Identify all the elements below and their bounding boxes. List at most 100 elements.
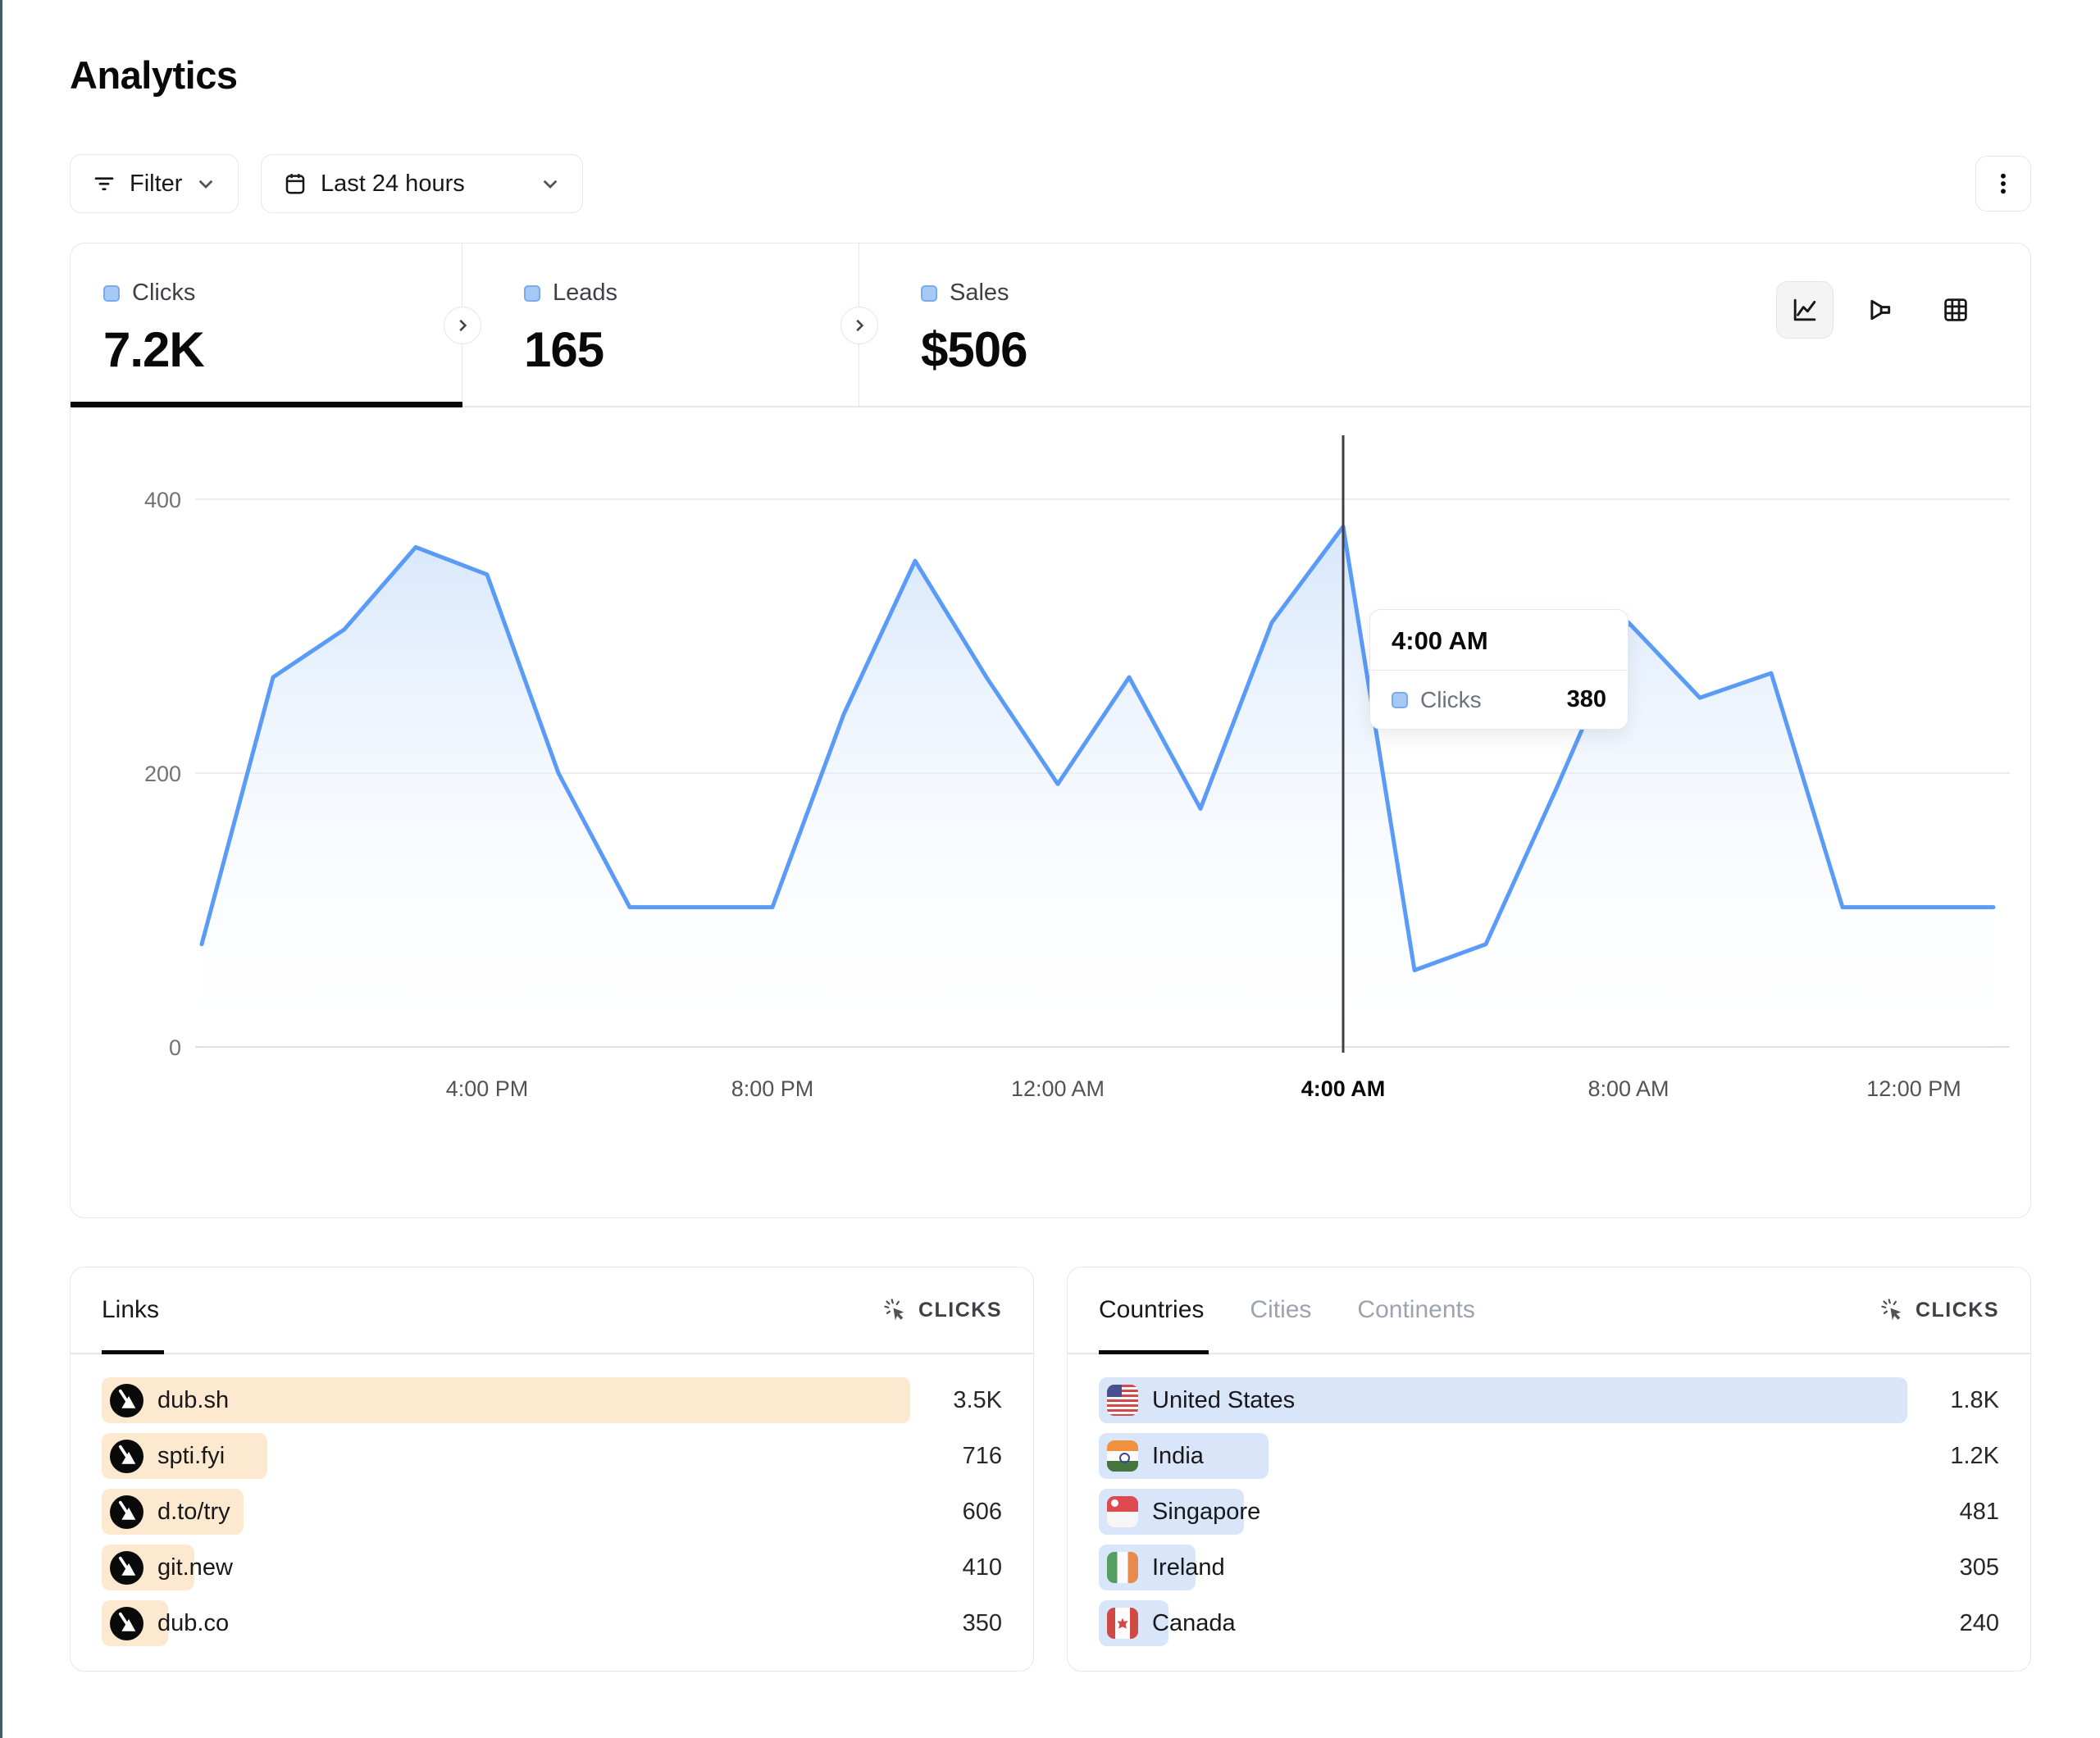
row-label: Singapore — [1152, 1499, 1260, 1526]
chevron-right-icon — [850, 316, 868, 334]
filter-button[interactable]: Filter — [70, 154, 239, 213]
bar-track — [1099, 1433, 1907, 1479]
leads-legend-square — [524, 285, 540, 302]
left-accent-strip — [0, 0, 2, 1738]
line-chart-toggle[interactable] — [1776, 281, 1834, 339]
row-value: 3.5K — [953, 1377, 1002, 1423]
leads-tab-label: Leads — [553, 280, 617, 307]
links-list: dub.sh 3.5K spti.fyi716 d.to/try 606 git.new 4… — [71, 1354, 1033, 1646]
tab-leads[interactable]: Leads 165 — [462, 243, 859, 406]
leads-value: 165 — [524, 321, 859, 378]
dub-logo-icon — [110, 1384, 143, 1417]
chevron-down-icon — [540, 173, 561, 194]
row-label: git.new — [157, 1554, 233, 1581]
row-value: 350 — [963, 1600, 1002, 1646]
chevron-right-icon — [453, 316, 471, 334]
link-row[interactable]: d.to/try 606 — [102, 1489, 1002, 1535]
us-flag-icon — [1107, 1385, 1138, 1416]
analytics-card: Clicks 7.2K Leads 165 Sales $506 — [70, 243, 2031, 1218]
row-label: India — [1152, 1443, 1204, 1470]
line-chart-icon — [1790, 295, 1820, 325]
country-row[interactable]: Canada240 — [1099, 1600, 1999, 1646]
row-value: 1.8K — [1950, 1377, 1999, 1423]
ie-flag-icon — [1107, 1552, 1138, 1583]
row-value: 481 — [1960, 1489, 1999, 1535]
row-label: dub.sh — [157, 1387, 229, 1414]
row-content: d.to/try — [110, 1489, 230, 1535]
svg-text:8:00 PM: 8:00 PM — [731, 1076, 814, 1101]
expand-leads-button[interactable] — [444, 307, 481, 344]
row-content: Singapore — [1107, 1489, 1260, 1535]
tab-clicks[interactable]: Clicks 7.2K — [71, 243, 462, 406]
country-row[interactable]: Ireland305 — [1099, 1545, 1999, 1590]
expand-sales-button[interactable] — [840, 307, 878, 344]
chart-tooltip: 4:00 AM Clicks 380 — [1369, 609, 1629, 730]
date-range-button[interactable]: Last 24 hours — [261, 154, 583, 213]
link-row[interactable]: git.new 410 — [102, 1545, 1002, 1590]
row-value: 606 — [963, 1489, 1002, 1535]
link-row[interactable]: dub.sh 3.5K — [102, 1377, 1002, 1423]
tooltip-legend-square — [1392, 692, 1408, 708]
row-content: Canada — [1107, 1600, 1236, 1646]
row-value: 716 — [963, 1433, 1002, 1479]
country-row[interactable]: India1.2K — [1099, 1433, 1999, 1479]
kebab-menu-icon — [1990, 171, 2016, 197]
dub-logo-icon — [110, 1495, 143, 1529]
filter-button-label: Filter — [130, 171, 182, 198]
row-label: d.to/try — [157, 1499, 230, 1526]
country-row[interactable]: United States 1.8K — [1099, 1377, 1999, 1423]
active-tab-underline — [71, 402, 462, 407]
geo-panel-header: Countries Cities Continents CLICKS — [1068, 1267, 2030, 1354]
svg-text:8:00 AM: 8:00 AM — [1588, 1076, 1669, 1101]
clicks-legend-square — [103, 285, 120, 302]
svg-text:400: 400 — [144, 488, 181, 512]
filter-lines-icon — [92, 171, 116, 196]
clicks-value: 7.2K — [103, 321, 462, 378]
row-content: dub.sh — [110, 1377, 229, 1423]
svg-text:0: 0 — [169, 1035, 181, 1060]
tab-links[interactable]: Links — [102, 1267, 159, 1353]
page-title: Analytics — [70, 52, 237, 98]
link-row[interactable]: spti.fyi716 — [102, 1433, 1002, 1479]
more-options-button[interactable] — [1975, 156, 2031, 212]
in-flag-icon — [1107, 1440, 1138, 1472]
link-row[interactable]: dub.co 350 — [102, 1600, 1002, 1646]
sg-flag-icon — [1107, 1496, 1138, 1527]
row-label: Ireland — [1152, 1554, 1225, 1581]
table-view-toggle[interactable] — [1927, 281, 1984, 339]
links-panel: Links CLICKS dub.sh 3.5K spti.fyi716 d.to/t… — [70, 1267, 1034, 1672]
tooltip-series-label: Clicks — [1420, 687, 1482, 713]
row-content: git.new — [110, 1545, 233, 1590]
cursor-click-icon — [1879, 1297, 1906, 1323]
table-grid-icon — [1941, 295, 1970, 325]
svg-text:200: 200 — [144, 762, 181, 786]
svg-text:4:00 PM: 4:00 PM — [446, 1076, 529, 1101]
tab-continents[interactable]: Continents — [1357, 1267, 1474, 1353]
clicks-area-chart[interactable]: 0 200 400 4:00 PM 8:00 PM 12:00 AM 4:00 AM 8:00… — [71, 407, 2030, 1217]
links-panel-header: Links CLICKS — [71, 1267, 1033, 1354]
geo-panel: Countries Cities Continents CLICKS Unite… — [1067, 1267, 2031, 1672]
row-label: United States — [1152, 1387, 1295, 1414]
row-value: 410 — [963, 1545, 1002, 1590]
date-range-label: Last 24 hours — [321, 171, 465, 198]
svg-text:4:00 AM: 4:00 AM — [1301, 1076, 1386, 1101]
calendar-icon — [283, 171, 307, 196]
tooltip-time: 4:00 AM — [1370, 610, 1628, 671]
row-content: Ireland — [1107, 1545, 1225, 1590]
links-metric-label: CLICKS — [918, 1299, 1002, 1322]
dub-logo-icon — [110, 1440, 143, 1473]
links-metric-toggle[interactable]: CLICKS — [882, 1297, 1002, 1323]
geo-metric-toggle[interactable]: CLICKS — [1879, 1297, 1999, 1323]
tab-cities[interactable]: Cities — [1250, 1267, 1311, 1353]
row-content: dub.co — [110, 1600, 229, 1646]
row-content: India — [1107, 1433, 1204, 1479]
sales-legend-square — [921, 285, 937, 302]
dub-logo-icon — [110, 1607, 143, 1640]
funnel-chart-toggle[interactable] — [1852, 281, 1909, 339]
stats-tabs-row: Clicks 7.2K Leads 165 Sales $506 — [71, 243, 2030, 407]
chevron-down-icon — [195, 173, 216, 194]
svg-text:12:00 AM: 12:00 AM — [1011, 1076, 1105, 1101]
ca-flag-icon — [1107, 1608, 1138, 1639]
tab-countries[interactable]: Countries — [1099, 1267, 1204, 1353]
country-row[interactable]: Singapore 481 — [1099, 1489, 1999, 1535]
